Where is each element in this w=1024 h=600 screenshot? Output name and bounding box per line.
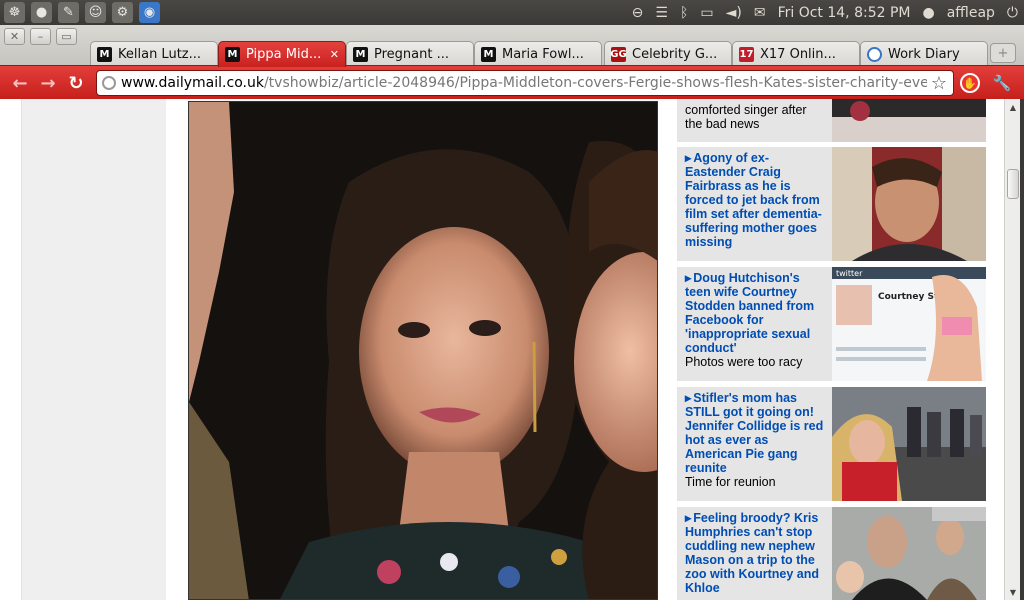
story-subtext: Photos were too racy bbox=[685, 355, 803, 369]
close-tab-icon[interactable]: ✕ bbox=[330, 48, 339, 61]
tab-label: Pregnant ... bbox=[374, 47, 449, 62]
left-column bbox=[22, 99, 166, 600]
tab-label: Kellan Lutz... bbox=[118, 47, 202, 62]
story-headline[interactable]: Feeling broody? Kris Humphries can't sto… bbox=[685, 511, 827, 595]
power-icon[interactable]: ⏻ bbox=[1007, 5, 1018, 21]
tab-maria-fowler[interactable]: M Maria Fowl... bbox=[474, 41, 602, 67]
tab-label: Pippa Mid... bbox=[246, 47, 322, 62]
story-text: Stifler's mom has STILL got it going on!… bbox=[685, 391, 827, 489]
url-path: /tvshowbiz/article-2048946/Pippa-Middlet… bbox=[263, 75, 929, 91]
new-tab-button[interactable]: + bbox=[990, 43, 1016, 63]
story-thumbnail-image bbox=[832, 99, 986, 142]
tab-x17-online[interactable]: 17 X17 Onlin... bbox=[732, 41, 860, 67]
text-editor-icon[interactable]: ✎ bbox=[58, 2, 79, 23]
web-page-content: comforted singer after the bad news Agon… bbox=[0, 99, 1004, 600]
address-bar[interactable]: www.dailymail.co.uk/tvshowbiz/article-20… bbox=[96, 70, 954, 96]
app-launcher-icon[interactable]: ● bbox=[31, 2, 52, 23]
forward-icon[interactable]: → bbox=[36, 72, 60, 94]
browser-toolbar: ← → ↻ www.dailymail.co.uk/tvshowbiz/arti… bbox=[0, 65, 1024, 99]
story-text: Feeling broody? Kris Humphries can't sto… bbox=[685, 511, 827, 595]
window-edge bbox=[1020, 99, 1024, 600]
mail-icon[interactable]: ✉ bbox=[754, 5, 766, 21]
story-thumbnail[interactable] bbox=[832, 507, 986, 600]
dailymail-icon: M bbox=[353, 47, 368, 62]
wrench-menu-icon[interactable]: 🔧 bbox=[990, 72, 1014, 94]
globe-icon bbox=[102, 76, 116, 90]
story-thumbnail[interactable] bbox=[832, 99, 986, 142]
list-item[interactable]: Feeling broody? Kris Humphries can't sto… bbox=[677, 507, 986, 600]
story-text: Agony of ex-Eastender Craig Fairbrass as… bbox=[685, 151, 827, 249]
twitter-logo-text: twitter bbox=[836, 269, 863, 278]
dailymail-icon: M bbox=[225, 47, 240, 62]
window-minimize-button[interactable]: – bbox=[30, 28, 51, 45]
tab-pippa-middleton[interactable]: M Pippa Mid... ✕ bbox=[218, 41, 346, 67]
window-maximize-button[interactable]: ▭ bbox=[56, 28, 77, 45]
related-stories-sidebar: comforted singer after the bad news Agon… bbox=[677, 99, 987, 600]
x17-icon: 17 bbox=[739, 47, 754, 62]
tab-label: Maria Fowl... bbox=[502, 47, 584, 62]
story-thumbnail-image bbox=[832, 387, 986, 501]
wifi-icon[interactable]: ☰ bbox=[655, 5, 668, 21]
ubuntu-menu-icon[interactable]: ☸ bbox=[4, 2, 25, 23]
dailymail-icon: M bbox=[481, 47, 496, 62]
user-name[interactable]: affleap bbox=[947, 5, 995, 21]
list-item[interactable]: Agony of ex-Eastender Craig Fairbrass as… bbox=[677, 147, 986, 261]
tab-pregnant[interactable]: M Pregnant ... bbox=[346, 41, 474, 67]
story-headline[interactable]: Doug Hutchison's teen wife Courtney Stod… bbox=[685, 271, 827, 355]
story-thumbnail[interactable] bbox=[832, 387, 986, 501]
user-icon: ● bbox=[922, 4, 935, 21]
list-item[interactable]: Stifler's mom has STILL got it going on!… bbox=[677, 387, 986, 501]
settings-icon[interactable]: ⚙ bbox=[112, 2, 133, 23]
tab-work-diary[interactable]: Work Diary bbox=[860, 41, 988, 67]
volume-icon[interactable]: ◄) bbox=[726, 5, 742, 21]
tab-strip: ✕ – ▭ M Kellan Lutz... M Pippa Mid... ✕ … bbox=[0, 25, 1024, 67]
panel-indicators: ⊖ ☰ ᛒ ▭ ◄) ✉ Fri Oct 14, 8:52 PM ● affle… bbox=[632, 0, 1018, 25]
tab-label: Celebrity G... bbox=[632, 47, 718, 62]
story-thumbnail-image: twitter Courtney St bbox=[832, 267, 986, 381]
tab-celebrity-gossip[interactable]: GG Celebrity G... bbox=[604, 41, 732, 67]
story-headline[interactable]: Agony of ex-Eastender Craig Fairbrass as… bbox=[685, 151, 827, 249]
list-item[interactable]: comforted singer after the bad news bbox=[677, 99, 986, 142]
story-thumbnail[interactable] bbox=[832, 147, 986, 261]
panel-launchers: ☸ ● ✎ ☺ ⚙ ◉ bbox=[4, 2, 160, 23]
story-thumbnail[interactable]: twitter Courtney St bbox=[832, 267, 986, 381]
workdiary-icon bbox=[867, 47, 882, 62]
dailymail-icon: M bbox=[97, 47, 112, 62]
story-headline[interactable]: Stifler's mom has STILL got it going on!… bbox=[685, 391, 827, 475]
scrollbar-thumb[interactable] bbox=[1007, 169, 1019, 199]
story-thumbnail-image bbox=[832, 507, 986, 600]
scroll-up-icon[interactable]: ▲ bbox=[1007, 101, 1019, 113]
status-icon[interactable]: ⊖ bbox=[632, 5, 644, 21]
clock[interactable]: Fri Oct 14, 8:52 PM bbox=[778, 5, 911, 21]
chrome-icon[interactable]: ◉ bbox=[139, 2, 160, 23]
adblock-icon[interactable]: ✋ bbox=[960, 73, 980, 93]
story-thumbnail-image bbox=[832, 147, 986, 261]
story-text: Doug Hutchison's teen wife Courtney Stod… bbox=[685, 271, 827, 369]
article-photo-image bbox=[189, 102, 657, 599]
bluetooth-icon[interactable]: ᛒ bbox=[680, 5, 688, 21]
vertical-scrollbar[interactable]: ▲ ▼ bbox=[1004, 99, 1020, 600]
tab-label: Work Diary bbox=[888, 47, 960, 62]
chat-icon[interactable]: ☺ bbox=[85, 2, 106, 23]
scroll-down-icon[interactable]: ▼ bbox=[1007, 586, 1019, 598]
story-subtext: comforted singer after the bad news bbox=[685, 103, 807, 131]
gg-icon: GG bbox=[610, 47, 627, 62]
story-text: comforted singer after the bad news bbox=[685, 103, 827, 131]
tab-label: X17 Onlin... bbox=[760, 47, 836, 62]
tab-kellan-lutz[interactable]: M Kellan Lutz... bbox=[90, 41, 218, 67]
page-left-margin bbox=[0, 99, 22, 600]
reload-icon[interactable]: ↻ bbox=[64, 72, 88, 94]
url-host: www.dailymail.co.uk bbox=[121, 75, 264, 91]
system-top-panel: ☸ ● ✎ ☺ ⚙ ◉ ⊖ ☰ ᛒ ▭ ◄) ✉ Fri Oct 14, 8:5… bbox=[0, 0, 1024, 25]
battery-icon[interactable]: ▭ bbox=[700, 5, 713, 21]
article-photo[interactable] bbox=[188, 101, 658, 600]
back-icon[interactable]: ← bbox=[8, 72, 32, 94]
bookmark-star-icon[interactable]: ☆ bbox=[926, 73, 947, 94]
window-close-button[interactable]: ✕ bbox=[4, 28, 25, 45]
profile-name-text: Courtney St bbox=[878, 292, 939, 302]
list-item[interactable]: Doug Hutchison's teen wife Courtney Stod… bbox=[677, 267, 986, 381]
story-subtext: Time for reunion bbox=[685, 475, 776, 489]
